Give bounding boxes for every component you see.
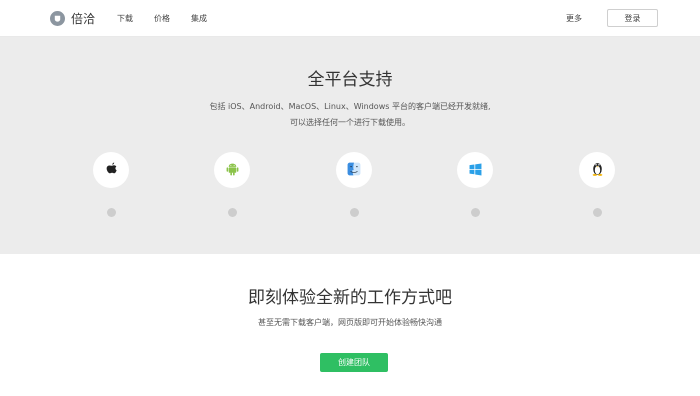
create-team-button[interactable]: 创建团队: [320, 353, 388, 372]
platform-macos: [336, 152, 372, 222]
platform-android-circle[interactable]: [214, 152, 250, 188]
brand-logo-icon: [50, 11, 65, 26]
nav-item-download[interactable]: 下载: [117, 13, 133, 24]
cta-subtitle: 甚至无需下载客户端，网页版即可开始体验畅快沟通: [258, 318, 442, 327]
nav-item-integrations[interactable]: 集成: [191, 13, 207, 24]
brand-logo[interactable]: 倍洽: [50, 10, 95, 27]
platform-ios: [93, 152, 129, 222]
platform-macos-circle[interactable]: [336, 152, 372, 188]
cta-title: 即刻体验全新的工作方式吧: [248, 288, 452, 308]
platform-windows: [457, 152, 493, 222]
platform-linux-circle[interactable]: [579, 152, 615, 188]
apple-icon: [105, 161, 118, 180]
android-icon: [226, 161, 239, 180]
finder-icon: [347, 161, 361, 180]
top-header: 倍洽 下载 价格 集成 更多 登录: [0, 0, 700, 37]
brand-name: 倍洽: [71, 12, 96, 26]
main-nav: 下载 价格 集成: [117, 13, 228, 24]
description-line-1: 包括 iOS、Android、MacOS、Linux、Windows 平台的客户…: [209, 102, 491, 111]
description-line-2: 可以选择任何一个进行下载使用。: [290, 118, 410, 127]
platform-android: [214, 152, 250, 222]
windows-icon: [469, 161, 482, 180]
section-description: 包括 iOS、Android、MacOS、Linux、Windows 平台的客户…: [0, 99, 700, 131]
page: 倍洽 下载 价格 集成 更多 登录 全平台支持 包括 iOS、Android、M…: [0, 0, 700, 396]
platform-section: 全平台支持 包括 iOS、Android、MacOS、Linux、Windows…: [0, 37, 700, 254]
section-title: 全平台支持: [307, 70, 393, 90]
nav-item-pricing[interactable]: 价格: [154, 13, 170, 24]
login-button[interactable]: 登录: [607, 9, 658, 27]
more-link[interactable]: 更多: [566, 13, 582, 24]
platform-linux: [579, 152, 615, 222]
platform-windows-dot[interactable]: [470, 208, 480, 217]
platform-ios-dot[interactable]: [106, 208, 116, 217]
platform-android-dot[interactable]: [227, 208, 237, 217]
platform-windows-circle[interactable]: [457, 152, 493, 188]
platform-macos-dot[interactable]: [349, 208, 359, 217]
linux-icon: [591, 161, 604, 180]
platform-linux-dot[interactable]: [592, 208, 602, 217]
platform-ios-circle[interactable]: [93, 152, 129, 188]
